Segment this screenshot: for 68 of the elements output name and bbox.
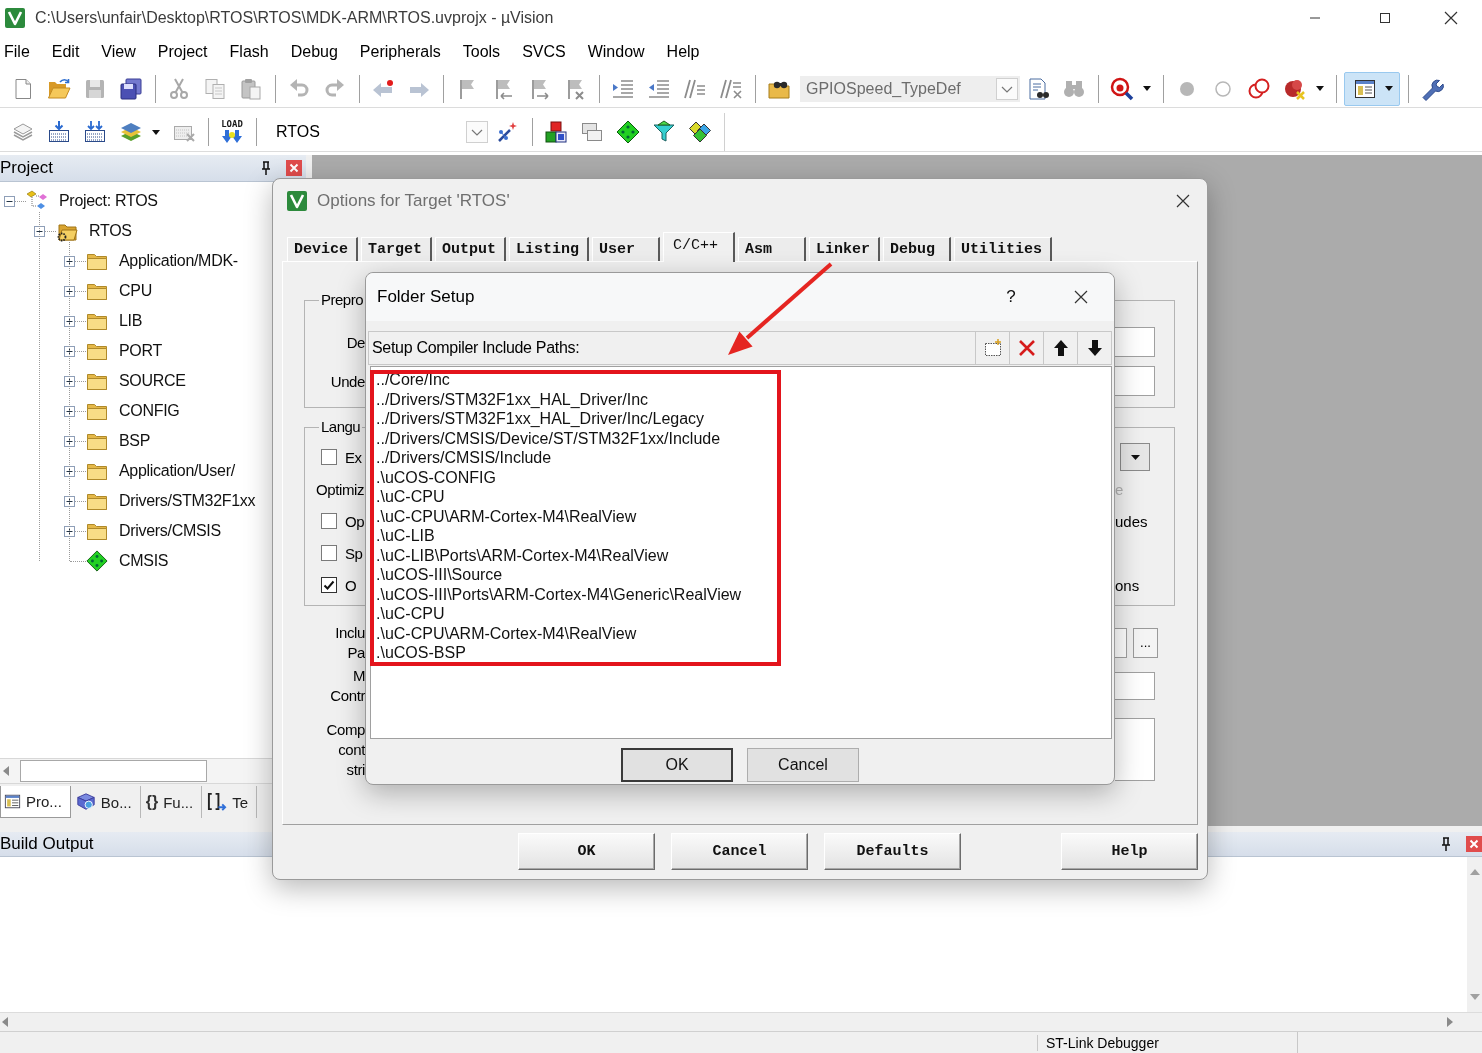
panel-title: Project [0, 158, 53, 178]
checkbox-label: O [345, 576, 357, 594]
diamond-icon[interactable] [616, 120, 640, 144]
scroll-left-icon[interactable] [2, 1017, 8, 1027]
field-label: De [346, 333, 365, 351]
dialog-title: Options for Target 'RTOS' [317, 190, 510, 211]
caret-icon [1385, 86, 1393, 91]
dialog-title: Folder Setup [377, 287, 475, 307]
document-binoculars-icon[interactable] [1026, 76, 1050, 101]
cut-icon[interactable] [167, 76, 191, 101]
checkbox-label: Sp [345, 544, 363, 562]
menu-item[interactable]: Project [157, 42, 208, 61]
blocks-icon[interactable] [544, 120, 568, 144]
status-text: ST-Link Debugger [1037, 1034, 1297, 1051]
dialog-button[interactable]: Defaults [824, 833, 961, 870]
option-label: Optimiz [316, 480, 365, 498]
paste-icon[interactable] [239, 76, 263, 101]
magnifier-icon[interactable] [1110, 76, 1134, 101]
load-button[interactable]: LOAD [214, 115, 250, 149]
option-label: ons [1115, 576, 1140, 594]
double-circle-icon[interactable] [1247, 76, 1271, 101]
dialog-button[interactable]: OK [518, 833, 655, 870]
caret-icon[interactable] [1143, 86, 1151, 91]
caret-icon[interactable] [152, 129, 160, 135]
menu-item[interactable]: SVCS [522, 42, 566, 61]
caret-icon[interactable] [1316, 86, 1324, 91]
app-logo-icon [5, 7, 25, 28]
panel-title: Build Output [0, 834, 94, 854]
stacked-windows-icon[interactable] [580, 120, 604, 144]
window-title: C:\Users\unfair\Desktop\RTOS\RTOS\MDK-ARM\RTOS.uvprojx - µVision [35, 8, 554, 27]
dialog-button[interactable]: Help [1061, 833, 1198, 870]
funnel-icon[interactable] [652, 120, 676, 144]
dialog-button[interactable]: Cancel [671, 833, 808, 870]
layers-icon[interactable] [119, 120, 143, 144]
list-heading: Setup Compiler Include Paths: [372, 339, 580, 357]
wrench-icon[interactable] [1420, 76, 1444, 101]
menu-item[interactable]: Debug [290, 42, 338, 61]
menu-item[interactable]: Window [587, 42, 645, 61]
maximize-icon[interactable] [1379, 11, 1391, 24]
field-label: M Contr [330, 666, 365, 706]
field-label: Comp cont stri [326, 719, 365, 780]
menu-item[interactable]: File [4, 42, 30, 61]
group-title: Prepro [320, 290, 365, 310]
pin-icon[interactable] [1440, 837, 1452, 851]
checkbox-label: Ex [345, 448, 362, 466]
field-label: Unde [330, 372, 365, 390]
close-icon[interactable] [1444, 10, 1458, 25]
menu-item[interactable]: Peripherals [359, 42, 441, 61]
braces-icon: {} [145, 793, 159, 811]
group-title: Langu [320, 417, 362, 437]
arrow-into-tray-icon[interactable] [47, 120, 71, 144]
menu-item[interactable]: Help [666, 42, 700, 61]
checkbox-label: Op [345, 512, 365, 530]
diamonds-icon[interactable] [688, 120, 712, 144]
down-arrows-icon [221, 130, 243, 144]
double-arrow-into-tray-icon[interactable] [83, 120, 107, 144]
field-label: Inclu Pa [335, 623, 365, 663]
menu-item[interactable]: Tools [462, 42, 501, 61]
layout-button[interactable] [1344, 71, 1400, 106]
menu-item[interactable]: Flash [229, 42, 269, 61]
menu-item[interactable]: Edit [51, 42, 80, 61]
scroll-right-icon[interactable] [1447, 1017, 1453, 1027]
open-folder-icon[interactable] [47, 76, 71, 101]
menu-item[interactable]: View [101, 42, 136, 61]
search-field[interactable]: GPIOSpeed_TypeDef [800, 75, 1020, 102]
save-all-icon[interactable] [119, 76, 143, 101]
option-label: e [1115, 480, 1124, 498]
option-label: udes [1115, 512, 1148, 530]
